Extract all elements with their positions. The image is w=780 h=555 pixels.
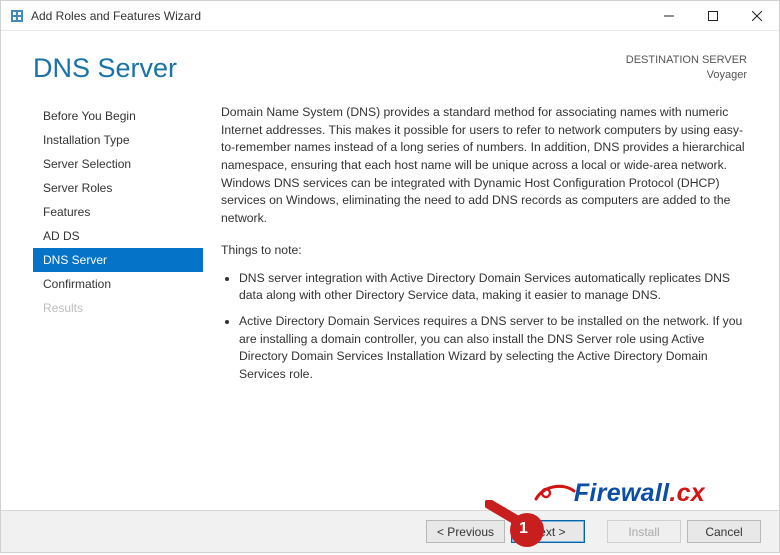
titlebar: Add Roles and Features Wizard bbox=[1, 1, 779, 31]
destination-server-block: DESTINATION SERVER Voyager bbox=[626, 53, 747, 84]
step-dns-server[interactable]: DNS Server bbox=[33, 248, 203, 272]
install-button: Install bbox=[607, 520, 681, 543]
step-server-selection[interactable]: Server Selection bbox=[33, 152, 203, 176]
step-results: Results bbox=[33, 296, 203, 320]
content-note-heading: Things to note: bbox=[221, 242, 747, 260]
content-bullet: DNS server integration with Active Direc… bbox=[239, 270, 747, 305]
watermark-main: Firewall.cx bbox=[574, 479, 705, 508]
wizard-footer: < Previous Next > Install Cancel bbox=[1, 510, 779, 552]
content-bullet: Active Directory Domain Services require… bbox=[239, 313, 747, 384]
wizard-body: Before You Begin Installation Type Serve… bbox=[1, 94, 779, 492]
callout-marker: 1 bbox=[485, 500, 553, 550]
wizard-steps-sidebar: Before You Begin Installation Type Serve… bbox=[33, 98, 203, 492]
page-title: DNS Server bbox=[33, 53, 177, 84]
close-button[interactable] bbox=[735, 1, 779, 31]
step-server-roles[interactable]: Server Roles bbox=[33, 176, 203, 200]
maximize-button[interactable] bbox=[691, 1, 735, 31]
window-controls bbox=[647, 1, 779, 31]
step-confirmation[interactable]: Confirmation bbox=[33, 272, 203, 296]
wizard-content: Domain Name System (DNS) provides a stan… bbox=[203, 98, 747, 492]
app-icon bbox=[9, 8, 25, 24]
cancel-button[interactable]: Cancel bbox=[687, 520, 761, 543]
step-installation-type[interactable]: Installation Type bbox=[33, 128, 203, 152]
content-intro: Domain Name System (DNS) provides a stan… bbox=[221, 104, 747, 228]
step-features[interactable]: Features bbox=[33, 200, 203, 224]
step-before-you-begin[interactable]: Before You Begin bbox=[33, 104, 203, 128]
destination-value: Voyager bbox=[626, 68, 747, 83]
window-title: Add Roles and Features Wizard bbox=[31, 9, 647, 23]
callout-number: 1 bbox=[519, 520, 528, 538]
header: DNS Server DESTINATION SERVER Voyager bbox=[1, 31, 779, 94]
content-bullets: DNS server integration with Active Direc… bbox=[221, 270, 747, 384]
watermark-logo: Firewall.cx bbox=[534, 479, 705, 508]
step-ad-ds[interactable]: AD DS bbox=[33, 224, 203, 248]
minimize-button[interactable] bbox=[647, 1, 691, 31]
destination-label: DESTINATION SERVER bbox=[626, 53, 747, 68]
